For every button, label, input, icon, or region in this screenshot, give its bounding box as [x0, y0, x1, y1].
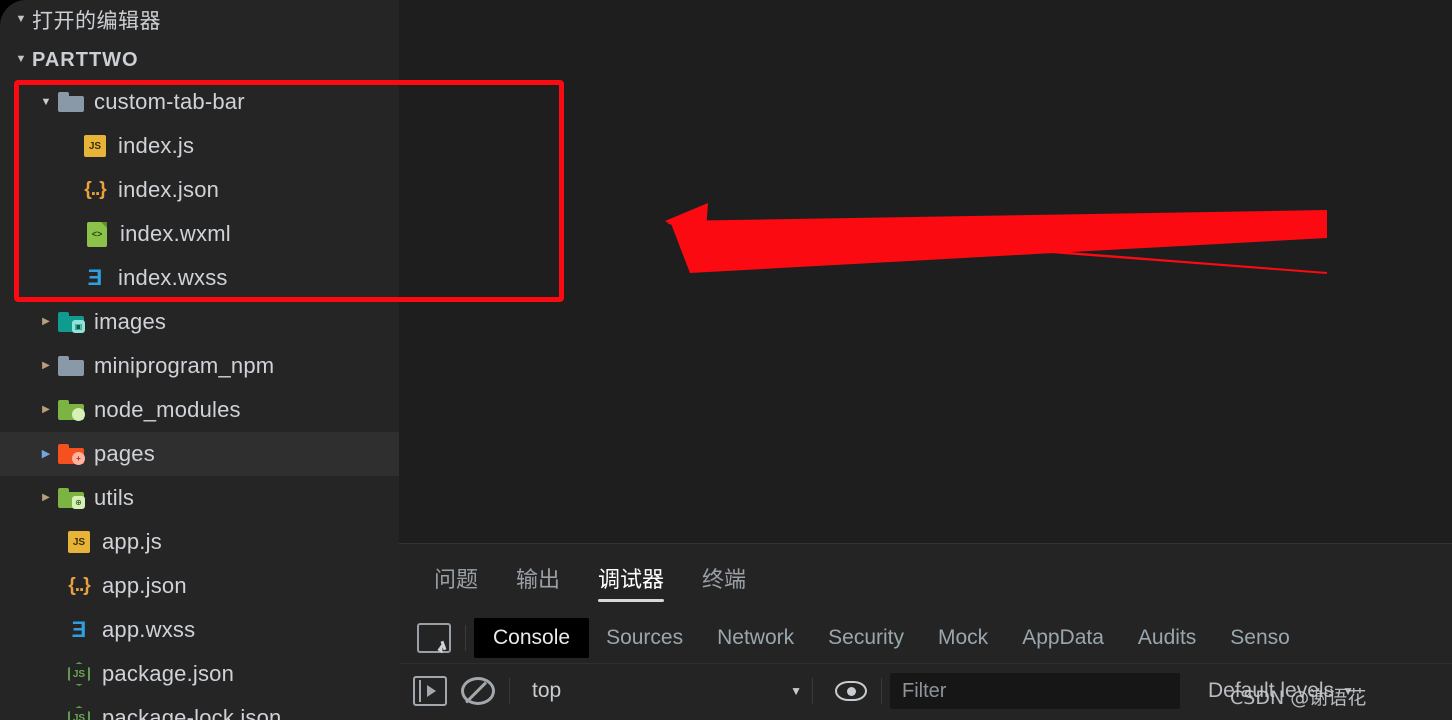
tree-item-label: node_modules	[94, 397, 241, 422]
toolbar-separator	[812, 678, 813, 704]
tree-item-label: images	[94, 309, 167, 334]
folder-images-icon: ▣	[56, 308, 86, 336]
explorer-sidebar: ▼ 打开的编辑器 ▼ PARTTWO ▼ custom-tab-bar JS i…	[0, 0, 399, 720]
live-expression-icon[interactable]	[835, 681, 867, 701]
execution-context-select[interactable]: top ▼	[522, 674, 812, 708]
wxss-file-icon: Ǝ	[87, 265, 103, 290]
json-file-icon: {..}	[68, 575, 90, 596]
tab-appdata[interactable]: AppData	[1005, 620, 1121, 656]
chevron-right-icon[interactable]: ▶	[36, 361, 56, 371]
tree-row-package-lock-json[interactable]: JS package-lock.json	[0, 696, 399, 720]
tree-item-label: pages	[94, 441, 155, 466]
tree-row-miniprogram-npm[interactable]: ▶ miniprogram_npm	[0, 344, 399, 388]
debugger-tabbar: Console Sources Network Security Mock Ap…	[399, 612, 1452, 664]
chevron-right-icon[interactable]: ▶	[36, 317, 56, 327]
wxss-file-icon: Ǝ	[71, 617, 87, 642]
execution-context-value: top	[532, 679, 562, 702]
section-label-open-editors: 打开的编辑器	[32, 10, 161, 33]
section-label-parttwo: PARTTWO	[32, 48, 139, 71]
tree-row-app-js[interactable]: JS app.js	[0, 520, 399, 564]
js-file-icon: JS	[64, 528, 94, 556]
node-file-icon: JS	[64, 704, 94, 720]
tree-row-node-modules[interactable]: ▶ node_modules	[0, 388, 399, 432]
devtools-tabbar: 问题 输出 调试器 终端	[399, 544, 1452, 612]
tree-item-label: package-lock.json	[102, 705, 282, 720]
chevron-right-icon[interactable]: ▶	[36, 493, 56, 503]
tab-debugger[interactable]: 调试器	[598, 554, 665, 602]
tree-row-images[interactable]: ▶ ▣ images	[0, 300, 399, 344]
chevron-down-icon: ▼	[790, 684, 802, 698]
toolbar-separator	[509, 678, 510, 704]
wxml-file-icon: <>	[82, 220, 112, 248]
chevron-down-icon[interactable]: ▼	[10, 13, 32, 25]
tab-terminal[interactable]: 终端	[702, 554, 746, 602]
tab-sources[interactable]: Sources	[589, 620, 700, 656]
tree-row-index-js[interactable]: JS index.js	[0, 124, 399, 168]
tree-item-label: app.json	[102, 573, 187, 598]
folder-pages-icon: +	[56, 440, 86, 468]
tree-item-label: miniprogram_npm	[94, 353, 275, 378]
json-file-icon: {..}	[84, 179, 106, 200]
sidebar-section-parttwo[interactable]: ▼ PARTTWO	[0, 40, 399, 80]
toolbar-separator	[465, 624, 466, 651]
tree-item-label: app.js	[102, 529, 162, 554]
editor-area[interactable]	[399, 0, 1452, 543]
tab-console[interactable]: Console	[474, 617, 590, 658]
tree-row-utils[interactable]: ▶ ⊕ utils	[0, 476, 399, 520]
tree-row-app-json[interactable]: {..} app.json	[0, 564, 399, 608]
tree-item-label: package.json	[102, 661, 235, 686]
tree-row-pages[interactable]: ▶ + pages	[0, 432, 399, 476]
chevron-right-icon[interactable]: ▶	[36, 405, 56, 415]
folder-node-icon	[56, 396, 86, 424]
tree-item-label: index.json	[118, 177, 220, 202]
sidebar-section-open-editors[interactable]: ▼ 打开的编辑器	[0, 0, 399, 40]
tab-security[interactable]: Security	[811, 620, 921, 656]
tree-item-label: index.js	[118, 133, 195, 158]
tree-item-label: index.wxss	[118, 265, 228, 290]
tab-audits[interactable]: Audits	[1121, 620, 1213, 656]
vscode-window: ▼ 打开的编辑器 ▼ PARTTWO ▼ custom-tab-bar JS i…	[0, 0, 1452, 720]
csdn-watermark: CSDN @谢语花	[1230, 687, 1367, 709]
tree-row-index-wxss[interactable]: Ǝ index.wxss	[0, 256, 399, 300]
tree-row-index-json[interactable]: {..} index.json	[0, 168, 399, 212]
console-sidebar-toggle-icon[interactable]	[413, 676, 447, 706]
inspect-element-icon[interactable]	[417, 622, 451, 653]
tab-mock[interactable]: Mock	[921, 620, 1005, 656]
folder-icon	[56, 88, 86, 116]
tab-sensors[interactable]: Senso	[1213, 620, 1307, 656]
tree-row-index-wxml[interactable]: <> index.wxml	[0, 212, 399, 256]
folder-icon	[56, 352, 86, 380]
tree-row-package-json[interactable]: JS package.json	[0, 652, 399, 696]
tab-output[interactable]: 输出	[516, 554, 560, 602]
tree-item-label: index.wxml	[120, 221, 231, 246]
chevron-down-icon[interactable]: ▼	[10, 53, 32, 65]
folder-utils-icon: ⊕	[56, 484, 86, 512]
tree-item-label: custom-tab-bar	[94, 89, 245, 114]
console-filter-input[interactable]: Filter	[890, 673, 1180, 709]
js-file-icon: JS	[80, 132, 110, 160]
clear-console-icon[interactable]	[461, 677, 495, 705]
tree-row-app-wxss[interactable]: Ǝ app.wxss	[0, 608, 399, 652]
chevron-right-icon[interactable]: ▶	[36, 448, 56, 460]
tab-network[interactable]: Network	[700, 620, 811, 656]
chevron-down-icon[interactable]: ▼	[36, 96, 56, 108]
tree-row-custom-tab-bar[interactable]: ▼ custom-tab-bar	[0, 80, 399, 124]
tree-item-label: utils	[94, 485, 135, 510]
node-file-icon: JS	[64, 660, 94, 688]
tree-item-label: app.wxss	[102, 617, 196, 642]
toolbar-separator	[881, 678, 882, 704]
tab-problems[interactable]: 问题	[434, 554, 478, 602]
